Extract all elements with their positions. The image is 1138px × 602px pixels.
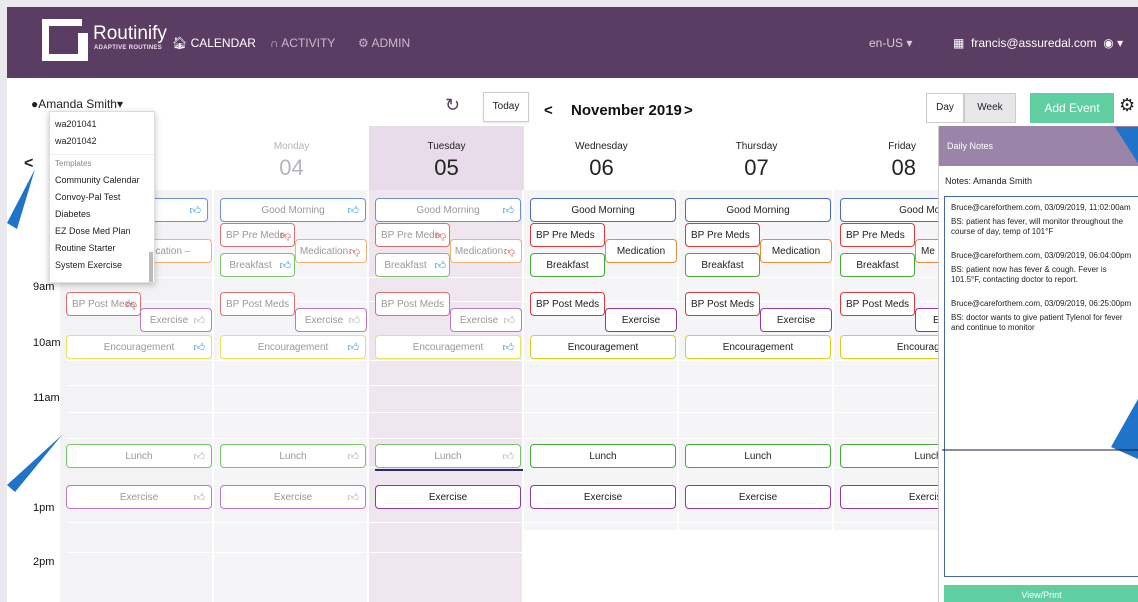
callout-arrow-icon — [7, 169, 35, 229]
annotation-arrows — [7, 127, 1138, 492]
app-window: Routinify ADAPTIVE ROUTINES 🏠︎ CALENDAR … — [7, 7, 1138, 602]
callout-arrow-icon — [1115, 127, 1138, 163]
callout-arrow-icon — [7, 435, 62, 492]
